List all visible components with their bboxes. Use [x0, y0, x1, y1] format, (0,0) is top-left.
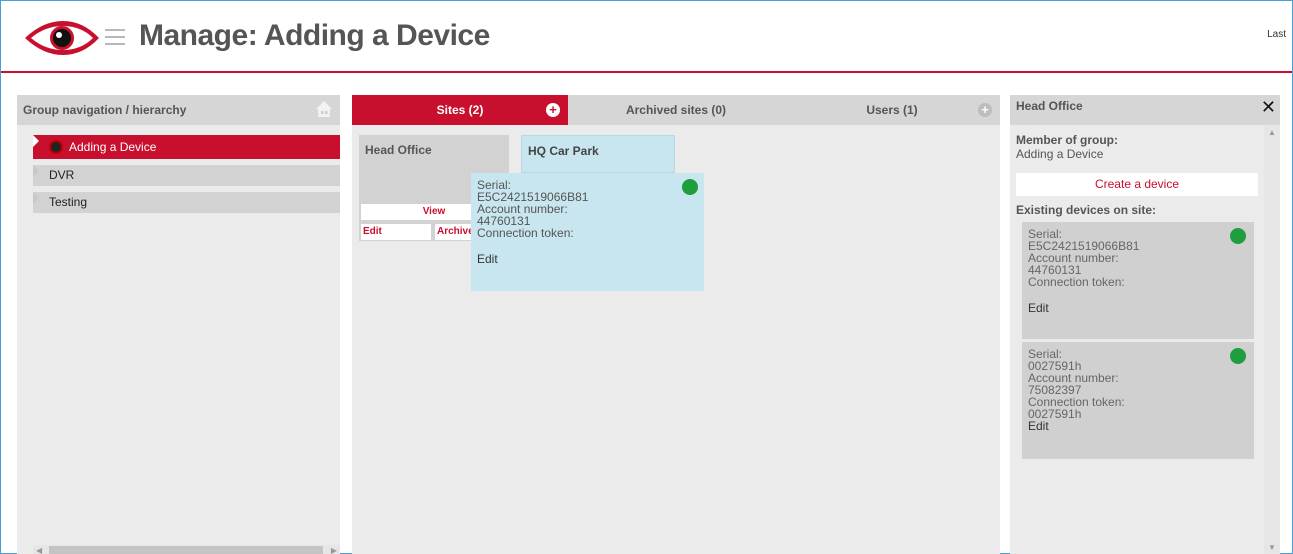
token-label: Connection token:	[477, 226, 574, 240]
group-logo-icon	[49, 140, 63, 154]
horizontal-scrollbar[interactable]: ◀ ▶	[33, 545, 340, 554]
member-of-group-label: Member of group:	[1016, 133, 1118, 147]
existing-devices-label: Existing devices on site:	[1016, 203, 1157, 217]
edit-site-button[interactable]: Edit	[361, 224, 431, 240]
site-card-hq-car-park[interactable]: HQ Car Park	[521, 135, 675, 173]
tab-bar: Sites (2) Archived sites (0) Users (1) +…	[352, 95, 1000, 125]
tree-item-label: Testing	[49, 195, 88, 209]
tab-sites[interactable]: Sites (2)	[352, 95, 568, 125]
device-card: Serial: E5C2421519066B81 Account number:…	[1022, 222, 1254, 339]
edit-device-link[interactable]: Edit	[1028, 302, 1254, 314]
tree-item-label: Adding a Device	[69, 140, 157, 154]
status-online-icon	[1230, 348, 1246, 364]
site-title: Head Office	[365, 143, 432, 157]
site-details-panel: Head Office ✕ Member of group: Adding a …	[1010, 95, 1280, 554]
tree-item-label: DVR	[49, 168, 75, 182]
home-icon[interactable]	[314, 99, 334, 119]
tree-expand-icon[interactable]	[33, 135, 39, 147]
group-tree: Adding a Device DVR Testing	[17, 125, 340, 213]
member-of-group-value: Adding a Device	[1016, 147, 1104, 161]
scroll-up-icon[interactable]: ▲	[1268, 128, 1276, 137]
create-device-button[interactable]: Create a device	[1016, 173, 1258, 196]
tab-archived-sites[interactable]: Archived sites (0)	[568, 95, 784, 125]
group-navigation-header: Group navigation / hierarchy	[17, 95, 340, 125]
group-navigation-title: Group navigation / hierarchy	[23, 103, 187, 117]
tab-users[interactable]: Users (1)	[784, 95, 1000, 125]
scroll-down-icon[interactable]: ▼	[1268, 543, 1276, 552]
menu-icon[interactable]	[105, 29, 125, 47]
tree-item-adding-a-device[interactable]: Adding a Device	[33, 135, 340, 159]
eye-logo-icon[interactable]	[23, 19, 101, 57]
sites-panel: Sites (2) Archived sites (0) Users (1) +…	[352, 95, 1000, 554]
site-details-title: Head Office	[1016, 99, 1083, 113]
close-icon[interactable]: ✕	[1261, 98, 1276, 116]
status-online-icon	[1230, 228, 1246, 244]
app-header: Manage: Adding a Device Last	[1, 1, 1292, 73]
site-details-header: Head Office ✕	[1010, 95, 1280, 125]
site-title: HQ Car Park	[528, 144, 599, 158]
scroll-right-icon[interactable]: ▶	[331, 546, 337, 554]
scroll-left-icon[interactable]: ◀	[36, 546, 42, 554]
token-value: 0027591h	[1028, 407, 1082, 421]
device-popup: Serial: E5C2421519066B81 Account number:…	[471, 173, 704, 291]
site-details-body: Member of group: Adding a Device Create …	[1010, 125, 1280, 459]
scrollbar-thumb[interactable]	[49, 546, 323, 554]
header-right-text: Last	[1267, 29, 1286, 40]
vertical-scrollbar[interactable]: ▲ ▼	[1264, 125, 1280, 554]
group-navigation-panel: Group navigation / hierarchy Adding a De…	[17, 95, 340, 554]
tree-expand-icon[interactable]	[33, 165, 39, 177]
edit-device-link[interactable]: Edit	[1028, 420, 1254, 432]
status-online-icon	[682, 179, 698, 195]
add-site-icon[interactable]: +	[546, 103, 560, 117]
edit-device-link[interactable]: Edit	[477, 253, 704, 265]
tree-item-testing[interactable]: Testing	[33, 192, 340, 213]
page-title: Manage: Adding a Device	[139, 19, 490, 52]
tree-item-dvr[interactable]: DVR	[33, 165, 340, 186]
tree-expand-icon[interactable]	[33, 192, 39, 204]
add-user-icon[interactable]: +	[978, 103, 992, 117]
token-label: Connection token:	[1028, 275, 1125, 289]
device-card: Serial: 0027591h Account number: 7508239…	[1022, 342, 1254, 459]
